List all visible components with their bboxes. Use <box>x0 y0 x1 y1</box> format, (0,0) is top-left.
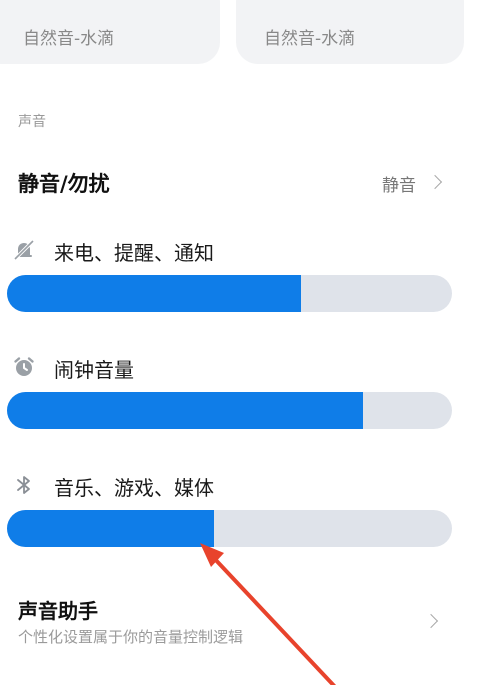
mute-dnd-value: 静音 <box>382 176 416 196</box>
chevron-right-icon <box>423 613 439 629</box>
ringtone-card-right-subtitle: 自然音-水滴 <box>264 29 356 49</box>
volume-header-ring: 来电、提醒、通知 <box>12 235 452 267</box>
volume-slider-alarm-fill <box>7 392 363 429</box>
bluetooth-icon <box>17 476 30 494</box>
bell-mute-icon <box>13 239 35 261</box>
chevron-right-icon <box>427 174 443 190</box>
volume-header-alarm: 闹钟音量 <box>12 352 452 384</box>
volume-header-media: 音乐、游戏、媒体 <box>12 470 452 502</box>
ringtone-card-left[interactable]: 自然音-水滴 <box>0 0 220 64</box>
alarm-clock-icon <box>14 357 34 376</box>
volume-label-alarm: 闹钟音量 <box>54 358 134 382</box>
section-label-sound: 声音 <box>18 114 46 130</box>
volume-label-media: 音乐、游戏、媒体 <box>54 476 214 500</box>
mute-dnd-title: 静音/勿扰 <box>18 172 110 196</box>
sound-assistant-subtitle: 个性化设置属于你的音量控制逻辑 <box>18 628 244 646</box>
mute-dnd-row[interactable]: 静音/勿扰 静音 <box>0 160 478 204</box>
volume-label-ring: 来电、提醒、通知 <box>54 241 214 265</box>
ringtone-card-left-subtitle: 自然音-水滴 <box>23 29 115 49</box>
sound-assistant-title: 声音助手 <box>18 599 98 623</box>
volume-slider-alarm[interactable] <box>7 392 452 429</box>
sound-assistant-row[interactable]: 声音助手 个性化设置属于你的音量控制逻辑 <box>0 590 478 650</box>
ringtone-card-right[interactable]: 自然音-水滴 <box>236 0 464 64</box>
volume-slider-media[interactable] <box>7 510 452 547</box>
annotation-arrow <box>200 543 337 685</box>
volume-slider-media-fill <box>7 510 214 547</box>
volume-slider-ring[interactable] <box>7 275 452 312</box>
volume-slider-ring-fill <box>7 275 301 312</box>
